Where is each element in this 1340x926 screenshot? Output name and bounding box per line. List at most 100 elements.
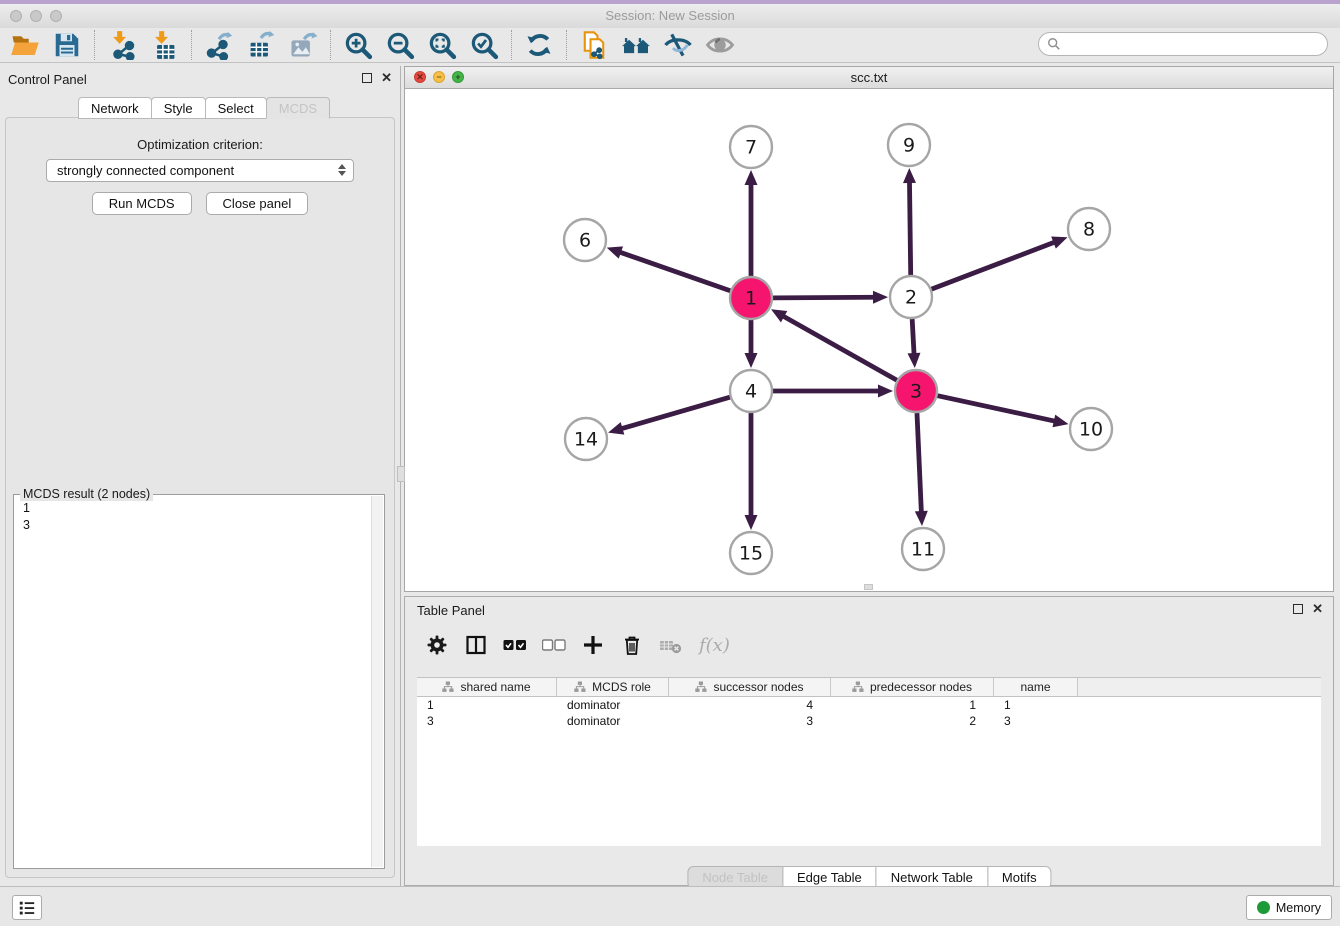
toolbar-separator [511, 30, 512, 60]
float-panel-icon[interactable] [362, 73, 372, 83]
export-image-icon[interactable] [282, 28, 324, 62]
graph-node-label: 6 [579, 230, 591, 252]
network-canvas[interactable]: 1234678910111415 [405, 89, 1333, 591]
table-cell[interactable]: 3 [417, 714, 557, 728]
column-header-successor-nodes[interactable]: successor nodes [669, 678, 831, 696]
mcds-result-title: MCDS result (2 nodes) [20, 487, 153, 501]
apply-layout-icon[interactable] [518, 28, 560, 62]
column-tree-icon [442, 681, 454, 693]
main-toolbar [0, 28, 1340, 63]
table-cell[interactable]: 1 [994, 698, 1078, 712]
network-resize-grip[interactable] [864, 584, 873, 590]
control-panel: Control Panel ✕ Network Style Select MCD… [0, 66, 401, 886]
graph-edge[interactable] [912, 319, 914, 356]
result-scrollbar[interactable] [371, 496, 383, 867]
search-icon [1047, 37, 1061, 51]
toolbar-separator [330, 30, 331, 60]
mcds-result-group: MCDS result (2 nodes) 1 3 [13, 494, 385, 869]
preview-icon[interactable] [699, 28, 741, 62]
select-all-checkboxes-icon[interactable] [503, 633, 527, 657]
graph-edge[interactable] [917, 413, 921, 514]
control-panel-title: Control Panel [8, 72, 87, 87]
table-float-panel-icon[interactable] [1293, 604, 1303, 614]
import-table-icon[interactable] [143, 28, 185, 62]
search-input[interactable] [1066, 37, 1319, 51]
function-builder-icon[interactable]: f(x) [698, 633, 736, 657]
table-row[interactable]: 3dominator323 [417, 713, 1321, 729]
graph-edge[interactable] [909, 180, 910, 275]
close-panel-icon[interactable]: ✕ [381, 72, 392, 84]
delete-column-icon[interactable] [620, 633, 644, 657]
table-row[interactable]: 1dominator411 [417, 697, 1321, 713]
maximize-window-button[interactable] [50, 10, 62, 22]
application-window: Session: New Session [0, 0, 1340, 926]
graph-edge[interactable] [937, 396, 1056, 422]
column-header-name[interactable]: name [994, 678, 1078, 696]
graph-edge-arrowhead [745, 515, 758, 530]
graph-edge[interactable] [773, 297, 876, 298]
criterion-select[interactable]: strongly connected component [46, 159, 354, 182]
mcds-result-text[interactable]: 1 3 [23, 500, 370, 866]
table-cell[interactable]: dominator [557, 698, 669, 712]
control-panel-tabs: Network Style Select MCDS [78, 97, 329, 119]
memory-button[interactable]: Memory [1246, 895, 1332, 920]
open-session-icon[interactable] [4, 28, 46, 62]
export-table-icon[interactable] [240, 28, 282, 62]
table-cell[interactable]: 4 [669, 698, 831, 712]
close-panel-button[interactable]: Close panel [206, 192, 309, 215]
table-cell[interactable]: 3 [669, 714, 831, 728]
add-column-icon[interactable] [581, 633, 605, 657]
table-cell[interactable]: 3 [994, 714, 1078, 728]
graph-node-label: 3 [910, 381, 922, 403]
column-header-MCDS-role[interactable]: MCDS role [557, 678, 669, 696]
network-window-titlebar[interactable]: ✕ − + scc.txt [405, 67, 1333, 89]
table-cell[interactable]: 1 [417, 698, 557, 712]
table-cell[interactable]: 2 [831, 714, 994, 728]
titlebar[interactable]: Session: New Session [0, 4, 1340, 28]
close-window-button[interactable] [10, 10, 22, 22]
toolbar-separator [191, 30, 192, 60]
table-cell[interactable]: dominator [557, 714, 669, 728]
delete-table-icon[interactable] [659, 633, 683, 657]
graph-edge[interactable] [932, 241, 1057, 289]
table-close-panel-icon[interactable]: ✕ [1312, 603, 1323, 615]
duplicate-network-icon[interactable] [573, 28, 615, 62]
import-network-icon[interactable] [101, 28, 143, 62]
panel-splitter-grip[interactable] [397, 466, 405, 482]
network-graph[interactable]: 1234678910111415 [405, 89, 1333, 591]
network-minimize-button[interactable]: − [433, 71, 445, 83]
zoom-fit-icon[interactable] [421, 28, 463, 62]
network-maximize-button[interactable]: + [452, 71, 464, 83]
graph-edge[interactable] [618, 252, 730, 291]
tab-network[interactable]: Network [78, 97, 152, 119]
table-cell[interactable]: 1 [831, 698, 994, 712]
tab-mcds[interactable]: MCDS [266, 97, 330, 119]
settings-icon[interactable] [425, 633, 449, 657]
run-mcds-button[interactable]: Run MCDS [92, 192, 192, 215]
split-view-icon[interactable] [464, 633, 488, 657]
graph-node-label: 1 [745, 288, 757, 310]
zoom-selected-icon[interactable] [463, 28, 505, 62]
search-box[interactable] [1038, 32, 1328, 56]
hide-style-icon[interactable] [657, 28, 699, 62]
tab-style[interactable]: Style [151, 97, 206, 119]
save-session-icon[interactable] [46, 28, 88, 62]
graph-node-label: 9 [903, 135, 915, 157]
task-history-button[interactable] [12, 895, 42, 920]
graph-edge[interactable] [620, 397, 730, 429]
graph-edge-arrowhead [607, 246, 623, 258]
zoom-in-icon[interactable] [337, 28, 379, 62]
network-close-button[interactable]: ✕ [414, 71, 426, 83]
minimize-window-button[interactable] [30, 10, 42, 22]
optimization-criterion-label: Optimization criterion: [6, 137, 394, 152]
deselect-all-checkboxes-icon[interactable] [542, 633, 566, 657]
column-header-predecessor-nodes[interactable]: predecessor nodes [831, 678, 994, 696]
graph-edge[interactable] [781, 315, 896, 380]
home-icon[interactable] [615, 28, 657, 62]
zoom-out-icon[interactable] [379, 28, 421, 62]
column-header-shared-name[interactable]: shared name [417, 678, 557, 696]
graph-node-label: 15 [739, 543, 763, 565]
export-network-icon[interactable] [198, 28, 240, 62]
graph-edge-arrowhead [1052, 415, 1068, 428]
tab-select[interactable]: Select [205, 97, 267, 119]
